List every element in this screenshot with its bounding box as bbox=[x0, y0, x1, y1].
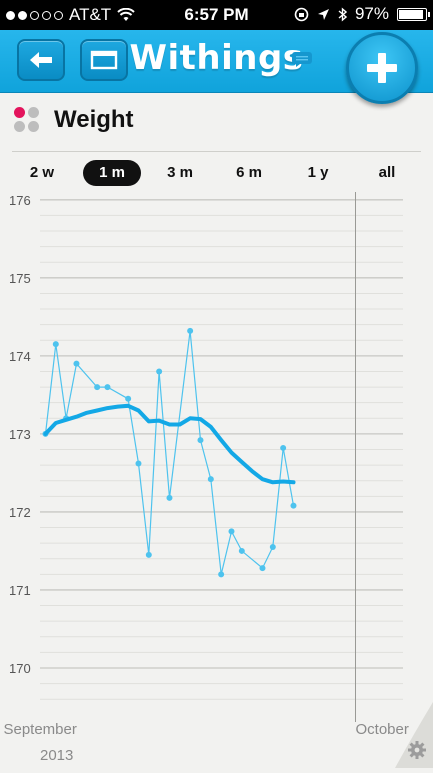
weight-measurement-point bbox=[280, 444, 287, 451]
chart-series bbox=[42, 327, 297, 578]
location-arrow-icon bbox=[317, 8, 329, 20]
weight-measurement-point bbox=[156, 368, 163, 375]
x-axis-label: September bbox=[3, 721, 76, 738]
y-tick-label: 175 bbox=[9, 271, 31, 286]
range-tab-all[interactable]: all bbox=[367, 160, 407, 186]
weight-measurement-point bbox=[269, 544, 276, 551]
weight-measurement-point bbox=[135, 460, 142, 467]
add-measurement-button[interactable] bbox=[346, 32, 418, 104]
plus-icon bbox=[367, 53, 397, 83]
weight-measurement-line bbox=[44, 330, 295, 575]
weight-chart[interactable]: 176 175 174 173 172 171 170 September October 20… bbox=[0, 192, 433, 768]
range-tab-6m[interactable]: 6 m bbox=[229, 160, 269, 186]
battery-icon bbox=[397, 7, 430, 21]
weight-measurement-point bbox=[166, 494, 173, 501]
weight-measurement-point bbox=[187, 327, 194, 334]
range-tab-2w[interactable]: 2 w bbox=[22, 160, 62, 186]
range-selector: 2 w 1 m 3 m 6 m 1 y all bbox=[0, 160, 433, 186]
weight-measurement-point bbox=[290, 502, 297, 509]
weight-measurement-point bbox=[145, 551, 152, 558]
y-axis-ticks: 176 175 174 173 172 171 170 bbox=[9, 193, 31, 676]
bluetooth-icon bbox=[338, 6, 347, 22]
metric-dots-icon bbox=[14, 107, 40, 133]
weight-chart-svg: 176 175 174 173 172 171 170 September October 20… bbox=[3, 192, 433, 768]
x-axis-label: October bbox=[355, 721, 408, 738]
gear-icon[interactable] bbox=[407, 740, 427, 760]
metric-title: Weight bbox=[54, 106, 134, 133]
y-tick-label: 174 bbox=[9, 349, 31, 364]
weight-measurement-point bbox=[259, 565, 266, 572]
weight-measurement-point bbox=[228, 528, 235, 535]
weight-measurement-point bbox=[52, 341, 59, 348]
weight-measurement-point bbox=[207, 476, 214, 483]
weight-measurement-point bbox=[238, 547, 245, 554]
y-tick-label: 172 bbox=[9, 505, 31, 520]
y-tick-label: 171 bbox=[9, 583, 31, 598]
range-tab-1y[interactable]: 1 y bbox=[298, 160, 338, 186]
status-bar: AT&T 6:57 PM 97% bbox=[0, 0, 433, 30]
y-tick-label: 173 bbox=[9, 427, 31, 442]
weight-measurement-point bbox=[218, 571, 225, 578]
battery-percent: 97% bbox=[354, 4, 389, 23]
range-tab-1m[interactable]: 1 m bbox=[83, 160, 141, 186]
y-tick-label: 170 bbox=[9, 661, 31, 676]
x-axis-year-label: 2013 bbox=[40, 747, 73, 764]
divider bbox=[12, 151, 421, 152]
weight-measurement-point bbox=[125, 395, 132, 402]
rotation-lock-icon bbox=[294, 7, 309, 21]
weight-measurement-point bbox=[94, 384, 101, 391]
y-tick-label: 176 bbox=[9, 193, 31, 208]
chart-grid bbox=[40, 192, 403, 722]
weight-measurement-point bbox=[104, 384, 111, 391]
message-icon[interactable] bbox=[290, 50, 314, 68]
x-axis-labels: September October 2013 bbox=[3, 721, 408, 764]
weight-measurement-point bbox=[73, 360, 80, 367]
metric-header: Weight bbox=[14, 106, 134, 134]
weight-trend-line bbox=[43, 403, 296, 485]
weight-measurement-point bbox=[197, 437, 204, 444]
range-tab-3m[interactable]: 3 m bbox=[160, 160, 200, 186]
